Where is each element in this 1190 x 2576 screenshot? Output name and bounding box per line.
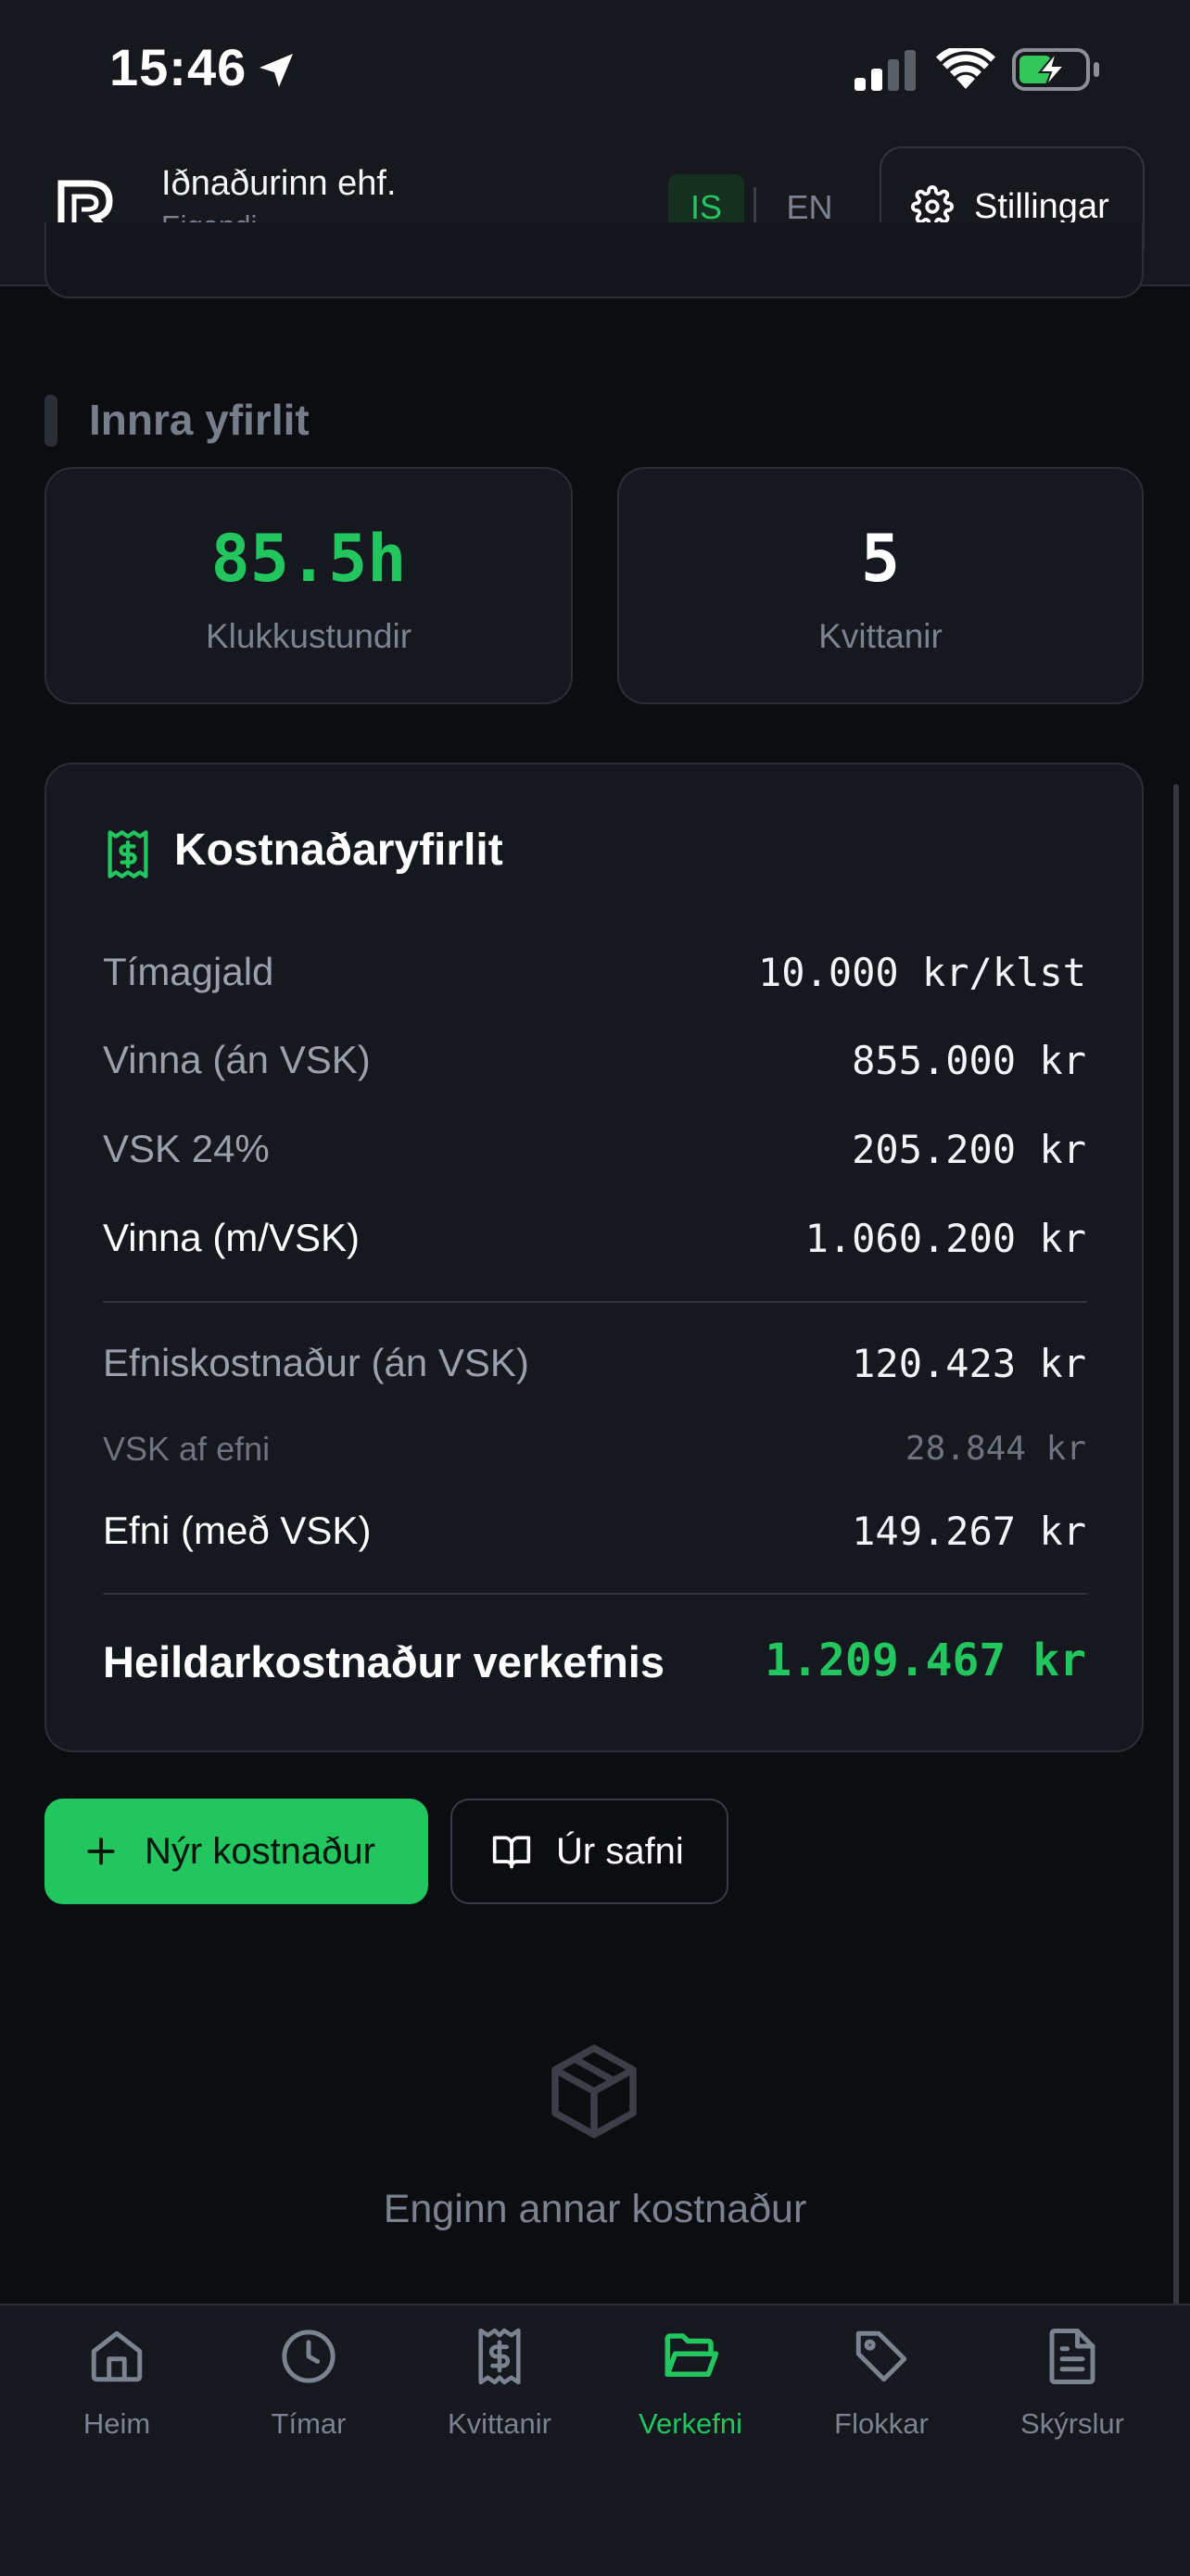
stat-value: 5	[860, 521, 901, 597]
from-library-label: Úr safni	[556, 1830, 684, 1872]
battery-charging-icon	[1012, 48, 1099, 91]
tag-icon	[855, 2330, 907, 2382]
vat-label: VSK 24%	[103, 1127, 270, 1170]
material-inc-vat-label: Efni (með VSK)	[103, 1509, 372, 1552]
settings-label: Stillingar	[974, 186, 1109, 226]
stat-card-hours: 85.5h Klukkustundir	[44, 467, 573, 704]
total-cost-value: 1.209.467 kr	[765, 1635, 1086, 1686]
home-icon	[91, 2330, 143, 2382]
vat-value: 205.200 kr	[852, 1127, 1086, 1172]
nav-item-receipts[interactable]: Kvittanir	[402, 2326, 597, 2441]
divider	[103, 1593, 1087, 1595]
hourly-rate-label: Tímagjald	[103, 950, 274, 993]
nav-label: Flokkar	[834, 2407, 929, 2440]
material-ex-vat-value: 120.423 kr	[852, 1341, 1086, 1386]
stat-value: 85.5h	[210, 521, 407, 597]
cost-overview-title: Kostnaðaryfirlit	[174, 826, 503, 875]
section-title: Innra yfirlit	[89, 396, 310, 444]
receipt-icon	[478, 2328, 521, 2385]
previous-card-bottom	[44, 222, 1144, 298]
nav-label: Kvittanir	[448, 2407, 551, 2440]
wifi-icon	[936, 48, 995, 89]
book-open-icon	[492, 1836, 531, 1869]
clock-icon	[282, 2330, 335, 2383]
file-text-icon	[1049, 2329, 1095, 2384]
labor-ex-vat-value: 855.000 kr	[852, 1038, 1086, 1083]
nav-label: Heim	[82, 2407, 151, 2440]
material-inc-vat-value: 149.267 kr	[852, 1509, 1086, 1554]
folder-open-icon	[665, 2333, 719, 2377]
company-name: Iðnaðurinn ehf.	[161, 164, 397, 203]
nav-label: Skýrslur	[1020, 2407, 1124, 2440]
new-cost-label: Nýr kostnaður	[145, 1830, 375, 1872]
box-icon	[551, 2044, 637, 2139]
divider	[103, 1301, 1087, 1303]
material-vat-label: VSK af efni	[103, 1430, 271, 1468]
scrollbar[interactable]	[1173, 784, 1179, 2396]
labor-ex-vat-label: Vinna (án VSK)	[103, 1038, 371, 1081]
nav-label: Verkefni	[638, 2407, 742, 2440]
from-library-button[interactable]: Úr safni	[450, 1799, 728, 1904]
cellular-signal-icon	[855, 50, 916, 91]
nav-item-hours[interactable]: Tímar	[211, 2326, 406, 2441]
total-cost-label: Heildarkostnaður verkefnis	[103, 1637, 665, 1686]
nav-item-categories[interactable]: Flokkar	[784, 2326, 979, 2441]
labor-inc-vat-label: Vinna (m/VSK)	[103, 1216, 360, 1259]
material-ex-vat-label: Efniskostnaður (án VSK)	[103, 1341, 529, 1384]
new-cost-button[interactable]: Nýr kostnaður	[44, 1799, 428, 1904]
empty-state-text: Enginn annar kostnaður	[383, 2187, 807, 2231]
stat-label: Klukkustundir	[205, 617, 412, 655]
section-accent-bar	[44, 395, 57, 447]
nav-item-projects[interactable]: Verkefni	[593, 2326, 788, 2441]
plus-icon	[87, 1837, 115, 1865]
status-time: 15:46	[109, 38, 247, 96]
receipt-dollar-icon	[108, 830, 148, 878]
nav-item-home[interactable]: Heim	[19, 2326, 214, 2441]
material-vat-value: 28.844 kr	[905, 1430, 1086, 1468]
nav-label: Tímar	[271, 2407, 347, 2440]
location-arrow-icon	[260, 54, 293, 87]
stat-card-receipts: 5 Kvittanir	[617, 467, 1144, 704]
nav-item-reports[interactable]: Skýrslur	[975, 2326, 1170, 2441]
labor-inc-vat-value: 1.060.200 kr	[804, 1216, 1086, 1261]
stat-label: Kvittanir	[818, 617, 943, 655]
hourly-rate-value: 10.000 kr/klst	[757, 950, 1086, 995]
